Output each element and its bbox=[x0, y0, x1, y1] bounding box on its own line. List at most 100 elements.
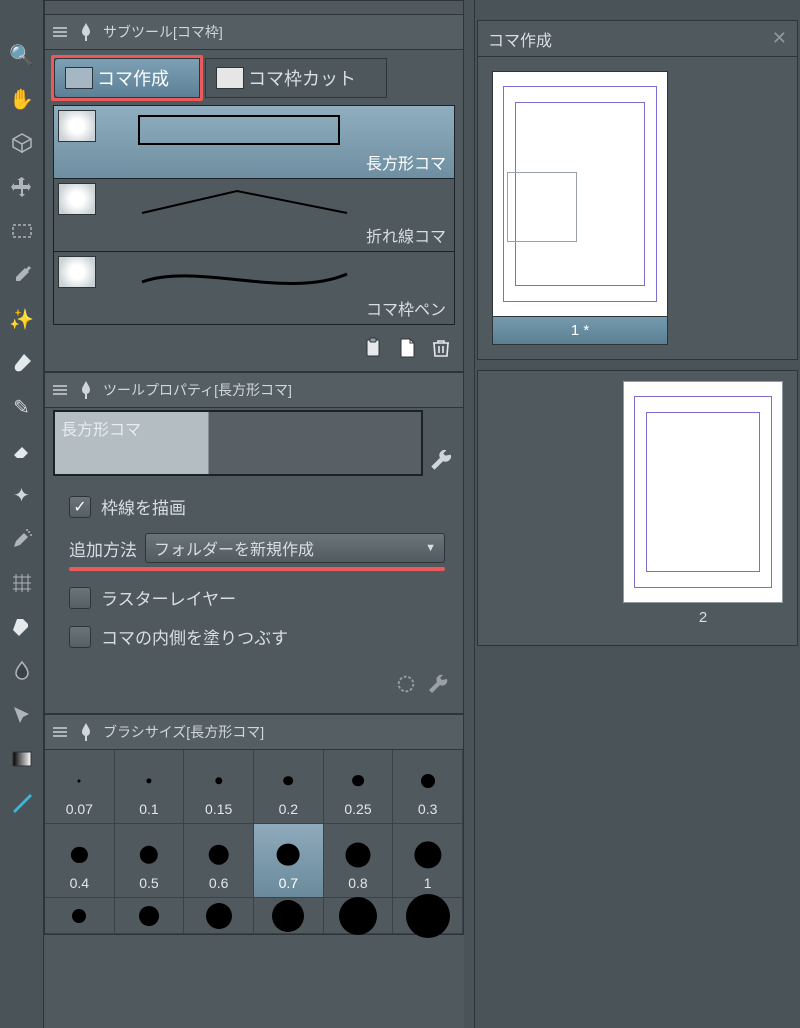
checkbox-icon: ✓ bbox=[69, 496, 91, 518]
brush-size-cell[interactable] bbox=[115, 898, 185, 934]
mesh-tool-icon[interactable] bbox=[7, 568, 37, 598]
brush-size-label: 0.2 bbox=[279, 801, 298, 817]
subtool-thumb-icon bbox=[58, 183, 96, 215]
subtool-list: 長方形コマ 折れ線コマ コマ枠ペン bbox=[44, 105, 464, 372]
brush-dot-icon bbox=[206, 903, 232, 929]
panel-menu-icon[interactable] bbox=[51, 381, 69, 399]
eraser-tool-icon[interactable] bbox=[7, 436, 37, 466]
brush-size-cell[interactable]: 1 bbox=[393, 824, 463, 898]
subtool-panel-header: サブツール[コマ枠] bbox=[44, 14, 464, 50]
sparkle-tool-icon[interactable]: ✦ bbox=[7, 480, 37, 510]
checkbox-raster-layer[interactable]: ラスターレイヤー bbox=[69, 585, 445, 610]
brush-size-cell[interactable]: 0.4 bbox=[45, 824, 115, 898]
pencil-tool-icon[interactable]: ✎ bbox=[7, 392, 37, 422]
brush-size-label: 0.3 bbox=[418, 801, 437, 817]
page-frame-inner bbox=[646, 412, 760, 572]
brush-size-cell[interactable]: 0.7 bbox=[254, 824, 324, 898]
brush-size-cell[interactable]: 0.1 bbox=[115, 750, 185, 824]
subtool-tabs: コマ作成 コマ枠カット bbox=[44, 50, 464, 106]
brush-tool-icon[interactable] bbox=[7, 348, 37, 378]
brush-size-grid: 0.07 0.1 0.15 0.2 0.25 0.3 0.4 0.5 0.6 0.70.81 bbox=[44, 750, 464, 935]
subtool-thumb-icon bbox=[58, 256, 96, 288]
checkbox-label: コマの内側を塗りつぶす bbox=[101, 624, 288, 649]
brush-size-cell[interactable] bbox=[184, 898, 254, 934]
subtool-label: コマ枠ペン bbox=[366, 296, 446, 320]
page-thumbnail-2[interactable]: 2 bbox=[623, 381, 783, 631]
zoom-tool-icon[interactable]: 🔍 bbox=[7, 40, 37, 70]
subtool-item-pen[interactable]: コマ枠ペン bbox=[53, 251, 455, 325]
brush-icon bbox=[75, 721, 97, 743]
brush-size-cell[interactable]: 0.6 bbox=[184, 824, 254, 898]
trash-icon[interactable] bbox=[427, 334, 455, 362]
brush-dot-icon bbox=[71, 847, 87, 863]
brush-size-label: 0.4 bbox=[70, 875, 89, 891]
brush-size-cell[interactable]: 0.25 bbox=[324, 750, 394, 824]
right-column: コマ作成 ✕ 1 * 2 bbox=[474, 0, 800, 1028]
brush-size-cell[interactable]: 0.07 bbox=[45, 750, 115, 824]
brush-size-label: 0.15 bbox=[205, 801, 232, 817]
annotation-highlight: コマ作成 bbox=[51, 55, 203, 101]
airbrush-tool-icon[interactable] bbox=[7, 524, 37, 554]
brush-size-label: 0.1 bbox=[139, 801, 158, 817]
brush-size-cell[interactable]: 0.5 bbox=[115, 824, 185, 898]
brush-dot-icon bbox=[421, 774, 435, 788]
checkbox-icon bbox=[69, 626, 91, 648]
tool-strip: 🔍 ✋ ✨ ✎ ✦ bbox=[0, 0, 44, 1028]
eyedropper-tool-icon[interactable] bbox=[7, 260, 37, 290]
navigator-panel-secondary: 2 bbox=[477, 370, 798, 646]
brush-size-cell[interactable] bbox=[254, 898, 324, 934]
panel-menu-icon[interactable] bbox=[51, 723, 69, 741]
brush-size-cell[interactable] bbox=[393, 898, 463, 934]
subtool-item-polyline[interactable]: 折れ線コマ bbox=[53, 178, 455, 252]
subtool-footer bbox=[45, 325, 463, 371]
droplet-tool-icon[interactable] bbox=[7, 656, 37, 686]
subtool-preview bbox=[100, 256, 454, 298]
refresh-icon[interactable] bbox=[393, 671, 419, 697]
wand-tool-icon[interactable]: ✨ bbox=[7, 304, 37, 334]
navigator-header: コマ作成 ✕ bbox=[478, 21, 797, 57]
brush-size-label: 0.25 bbox=[344, 801, 371, 817]
hand-tool-icon[interactable]: ✋ bbox=[7, 84, 37, 114]
brush-dot-icon bbox=[352, 775, 364, 787]
blend-tool-icon[interactable] bbox=[7, 612, 37, 642]
brush-size-cell[interactable]: 0.3 bbox=[393, 750, 463, 824]
navigator-panel: コマ作成 ✕ 1 * bbox=[477, 20, 798, 360]
tab-frame-create[interactable]: コマ作成 bbox=[54, 58, 200, 98]
tab-frame-cut[interactable]: コマ枠カット bbox=[205, 58, 387, 98]
brush-dot-icon bbox=[208, 844, 229, 865]
toolprop-panel-header: ツールプロパティ[長方形コマ] bbox=[44, 372, 464, 408]
checkbox-draw-border[interactable]: ✓ 枠線を描画 bbox=[69, 494, 445, 519]
marquee-tool-icon[interactable] bbox=[7, 216, 37, 246]
cube-tool-icon[interactable] bbox=[7, 128, 37, 158]
brush-size-label: 0.6 bbox=[209, 875, 228, 891]
brush-icon bbox=[75, 379, 97, 401]
frame-create-icon bbox=[65, 67, 93, 89]
brush-size-cell[interactable] bbox=[324, 898, 394, 934]
ruler-tool-icon[interactable] bbox=[7, 788, 37, 818]
brush-dot-icon bbox=[339, 897, 377, 935]
chevron-down-icon: ▼ bbox=[425, 542, 436, 554]
select-path-tool-icon[interactable] bbox=[7, 700, 37, 730]
wrench-icon[interactable] bbox=[425, 671, 451, 697]
checkbox-fill-inside[interactable]: コマの内側を塗りつぶす bbox=[69, 624, 445, 649]
brush-dot-icon bbox=[345, 842, 370, 867]
clipboard-icon[interactable] bbox=[359, 334, 387, 362]
brush-dot-icon bbox=[78, 779, 81, 782]
new-page-icon[interactable] bbox=[393, 334, 421, 362]
move-tool-icon[interactable] bbox=[7, 172, 37, 202]
brush-size-cell[interactable]: 0.2 bbox=[254, 750, 324, 824]
page-thumbnail-1[interactable]: 1 * bbox=[492, 71, 668, 345]
close-icon[interactable]: ✕ bbox=[772, 28, 787, 49]
panel-menu-icon[interactable] bbox=[51, 23, 69, 41]
brush-size-cell[interactable]: 0.15 bbox=[184, 750, 254, 824]
subtool-label: 長方形コマ bbox=[366, 150, 446, 174]
wrench-icon[interactable] bbox=[427, 446, 455, 474]
brushsize-panel-title: ブラシサイズ[長方形コマ] bbox=[103, 722, 264, 742]
brush-size-cell[interactable]: 0.8 bbox=[324, 824, 394, 898]
gradient-swatch-icon[interactable] bbox=[7, 744, 37, 774]
subtool-item-rect[interactable]: 長方形コマ bbox=[53, 105, 455, 179]
tab-label: コマ枠カット bbox=[248, 65, 356, 91]
brush-size-cell[interactable] bbox=[45, 898, 115, 934]
brush-size-label: 0.5 bbox=[139, 875, 158, 891]
add-method-dropdown[interactable]: フォルダーを新規作成 ▼ bbox=[145, 533, 445, 563]
